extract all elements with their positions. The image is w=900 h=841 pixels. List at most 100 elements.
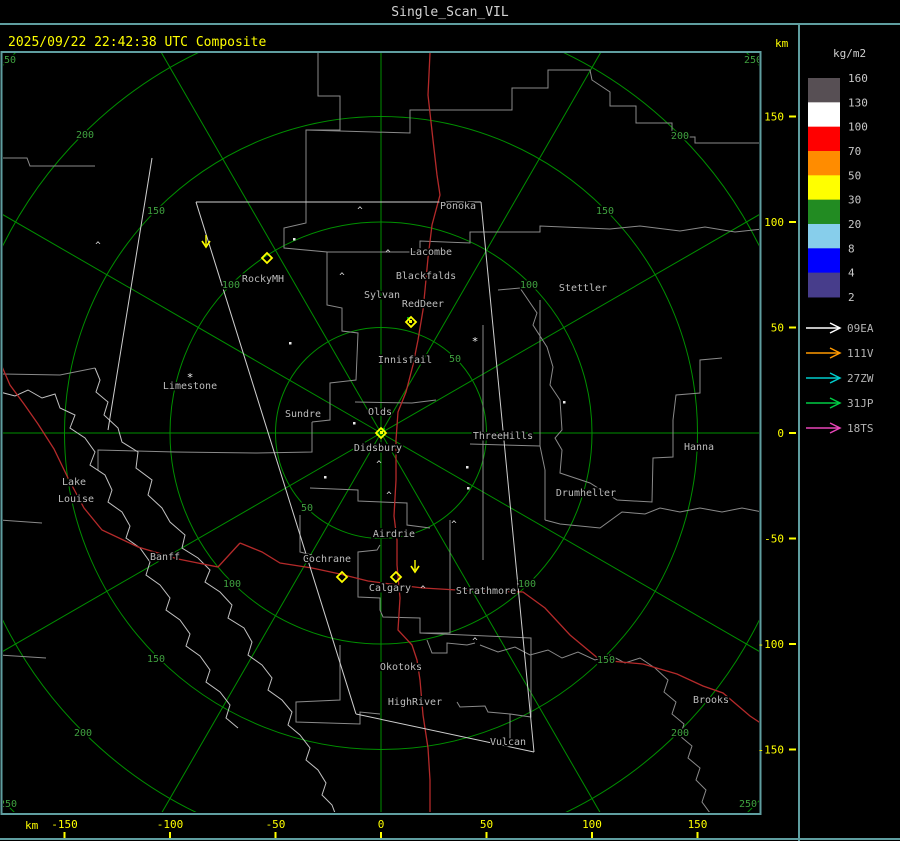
city-label: Drumheller [556,488,616,499]
city-label: Okotoks [380,662,422,673]
boundary-line [3,519,43,524]
town-caret-marker: ^ [420,585,426,595]
city-label: Didsbury [354,443,402,454]
range-ring-label: 250 [739,799,757,810]
city-label: RockyMH [242,274,284,285]
storm-track-id-label: 31JP [847,397,874,410]
x-axis-tick-label: 0 [378,818,385,831]
vil-echo [409,320,412,323]
range-ring-label: 100 [222,280,240,291]
radar-site-diamond-marker [389,570,403,584]
x-axis-tick-label: -100 [157,818,184,831]
radial-line [3,214,382,434]
legend-scale-value: 4 [848,267,855,280]
radar-display: Single_Scan_VIL 2025/09/22 22:42:38 UTC … [0,0,900,841]
y-axis-tick-label: -100 [758,638,785,651]
bottom-axis-unit-label: km [25,819,39,832]
window-title: Single_Scan_VIL [391,5,509,20]
boundary-line [309,487,431,529]
range-ring-label: 150 [147,654,165,665]
color-scale-legend: 160 130 100 70 50 30 20 8 4 2 09EA 111V 27ZW 31JP 18TS [806,72,874,435]
boundary-line [539,300,546,520]
legend-scale-value: 20 [848,218,861,231]
legend-color-swatch [808,102,840,128]
boundary-line [456,701,511,715]
legend-scale-value: 50 [848,169,861,182]
storm-track-id-label: 09EA [847,322,874,335]
legend-color-swatch [808,78,840,103]
city-label: Brooks [693,695,729,706]
legend-color-swatch [808,223,840,249]
park-boundary-line [3,389,239,729]
town-caret-marker: ^ [386,491,392,501]
timestamp-label: 2025/09/22 22:42:38 UTC Composite [8,35,266,50]
town-dot-marker [293,238,296,241]
town-caret-marker: ^ [451,520,457,530]
boundary-line [305,69,759,144]
city-label: Lacombe [410,247,452,258]
city-label: Sylvan [364,290,400,301]
legend-panel-divider [798,25,800,841]
city-label: Cochrane [303,554,351,565]
x-axis-tick-label: -150 [51,818,78,831]
city-label: ThreeHills [473,431,533,442]
city-label: Calgary [369,583,411,594]
range-ring-label: 100 [518,579,536,590]
range-ring-label: 200 [76,130,94,141]
x-axis-tick-label: 50 [480,818,493,831]
city-label: Vulcan [490,737,526,748]
legend-scale-value: 130 [848,96,868,109]
legend-color-swatch [808,248,840,274]
city-label: Banff [150,552,180,563]
y-axis-tick-label: -150 [758,744,785,757]
y-axis-tick-label: -50 [764,533,784,546]
range-ring-label: 50 [449,354,461,365]
scan-sector-line [107,157,153,431]
boundary-line [3,367,96,376]
city-label: Lake [62,477,86,488]
park-boundary-line [94,367,336,812]
town-caret-marker: ^ [376,460,382,470]
legend-scale-value: 30 [848,194,861,207]
range-ring-label: 150 [596,206,614,217]
y-axis-tick-label: 50 [771,322,784,335]
town-dot-marker [466,466,469,469]
map-canvas[interactable]: 250 250250 250200 200200 200150 150150 150100 1… [0,0,900,841]
x-axis-tick-label: 100 [582,818,602,831]
boundary-line [419,632,532,745]
city-label: Innisfail [378,355,432,366]
legend-color-swatch [808,199,840,225]
radial-line [161,432,382,812]
range-ring [3,53,759,812]
range-ring-label: 250 [744,55,762,66]
boundary-line [299,515,313,556]
legend-color-swatch [808,126,840,152]
town-dot-marker [467,487,470,490]
city-label: Limestone [163,381,217,392]
legend-color-swatch [808,272,840,298]
x-axis-tick-label: 150 [688,818,708,831]
storm-track-id-label: 27ZW [847,372,874,385]
y-axis-tick-label: 150 [764,111,784,124]
boundary-line [354,399,437,404]
bottom-frame-line [0,838,900,840]
x-axis-tick-label: -50 [266,818,286,831]
range-ring-label: 100 [520,280,538,291]
range-ring-label: 100 [223,579,241,590]
city-label: Hanna [684,442,714,453]
legend-scale-value: 160 [848,72,868,85]
boundary-line [497,287,723,503]
boundary-line [3,157,95,167]
site-asterisk-marker: * [472,335,479,348]
town-dot-marker [289,342,292,345]
city-label: RedDeer [402,299,444,310]
legend-color-swatch [808,175,840,201]
town-dot-marker [353,422,356,425]
vil-echo [380,431,383,434]
city-label: HighRiver [388,697,442,708]
y-axis-tick-label: 0 [777,427,784,440]
titlebar-divider [0,23,900,25]
range-ring-label: 200 [671,131,689,142]
right-axis-unit-label: km [775,37,789,50]
town-caret-marker: ^ [357,206,363,216]
